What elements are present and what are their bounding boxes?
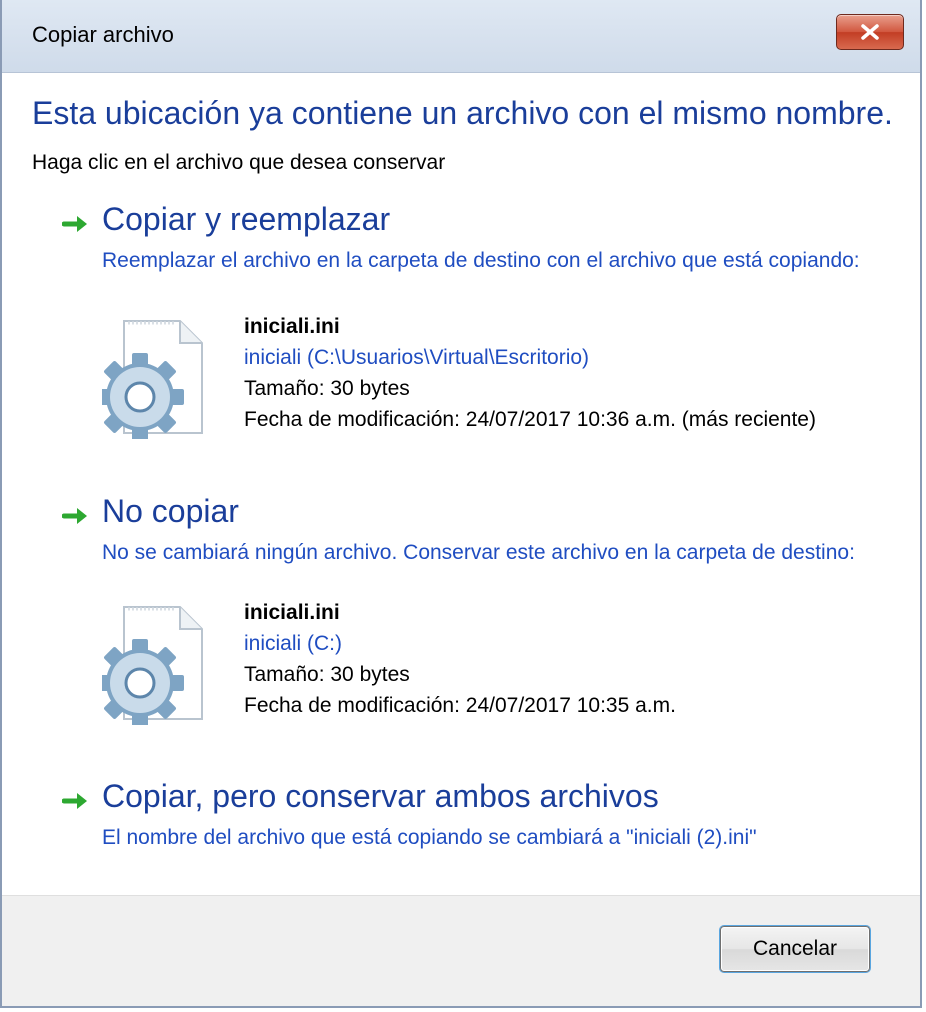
cancel-button[interactable]: Cancelar (720, 926, 870, 972)
option-description: No se cambiará ningún archivo. Conservar… (102, 541, 855, 564)
option-copy-keep-both[interactable]: Copiar, pero conservar ambos archivos El… (62, 778, 890, 868)
conflict-instruction: Haga clic en el archivo que desea conser… (32, 151, 446, 174)
file-size: Tamaño: 30 bytes (244, 377, 410, 400)
file-name: iniciali.ini (244, 315, 340, 338)
green-arrow-icon (62, 216, 87, 232)
close-icon (861, 24, 879, 40)
option-do-not-copy[interactable]: No copiar No se cambiará ningún archivo.… (62, 493, 890, 733)
settings-file-icon (102, 320, 203, 439)
copy-file-dialog: Copiar archivo Esta ubicación ya contien… (0, 0, 922, 1008)
file-size: Tamaño: 30 bytes (244, 663, 410, 686)
green-arrow-icon (62, 793, 87, 809)
file-name: iniciali.ini (244, 601, 340, 624)
option-copy-and-replace[interactable]: Copiar y reemplazar Reemplazar el archiv… (62, 201, 890, 441)
file-modified-date: Fecha de modificación: 24/07/2017 10:36 … (244, 408, 816, 431)
option-description: Reemplazar el archivo en la carpeta de d… (102, 249, 860, 272)
green-arrow-icon (62, 508, 87, 524)
file-modified-date: Fecha de modificación: 24/07/2017 10:35 … (244, 694, 676, 717)
option-description: El nombre del archivo que está copiando … (102, 826, 757, 849)
option-title: Copiar, pero conservar ambos archivos (102, 778, 659, 814)
title-bar[interactable]: Copiar archivo (2, 0, 920, 73)
conflict-headline: Esta ubicación ya contiene un archivo co… (32, 95, 893, 131)
option-title: No copiar (102, 493, 239, 529)
close-button[interactable] (836, 14, 904, 50)
dialog-content: Esta ubicación ya contiene un archivo co… (2, 73, 920, 896)
file-location: iniciali (C:\Usuarios\Virtual\Escritorio… (244, 346, 590, 369)
file-location: iniciali (C:) (244, 632, 343, 655)
option-title: Copiar y reemplazar (102, 201, 391, 237)
window-title: Copiar archivo (32, 22, 174, 47)
settings-file-icon (102, 606, 203, 725)
dialog-footer: Cancelar (2, 895, 920, 1006)
